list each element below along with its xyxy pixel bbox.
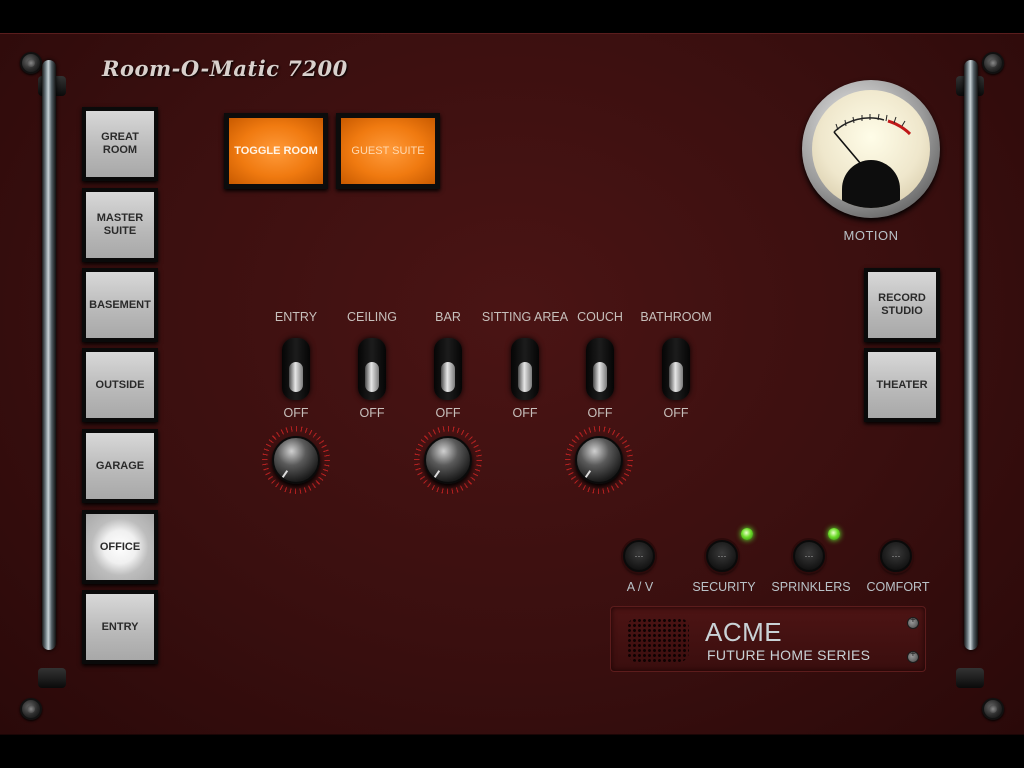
dimmer-knob-couch[interactable] [575, 436, 623, 484]
system-button-sprinklers[interactable]: ··· [793, 540, 825, 572]
switch-label-bathroom: BATHROOM [640, 310, 712, 324]
toggle-switch-entry[interactable] [282, 338, 310, 400]
motion-gauge [802, 80, 940, 218]
room-button-label: BASEMENT [86, 272, 154, 338]
speaker-grille-icon [627, 618, 689, 662]
system-button-av[interactable]: ··· [623, 540, 655, 572]
system-button-security[interactable]: ··· [706, 540, 738, 572]
room-button-label: GREAT ROOM [86, 111, 154, 177]
toggle-room-button[interactable]: TOGGLE ROOM [224, 113, 328, 189]
right-handle-rail [956, 48, 986, 688]
room-button-master-suite[interactable]: MASTER SUITE [82, 188, 158, 262]
toggle-switch-ceiling[interactable] [358, 338, 386, 400]
brand-plate: ACME FUTURE HOME SERIES [610, 606, 926, 672]
room-button-label: THEATER [868, 352, 936, 418]
screw-icon [907, 649, 919, 663]
screw-icon [907, 615, 919, 629]
screw-icon [982, 698, 1004, 720]
room-button-great-room[interactable]: GREAT ROOM [82, 107, 158, 181]
app-title: Room-O-Matic 7200 [102, 56, 348, 81]
switch-state-sitting-area: OFF [512, 406, 538, 420]
room-button-label: OFFICE [86, 514, 154, 580]
dimmer-knob-bar[interactable] [424, 436, 472, 484]
switch-state-ceiling: OFF [359, 406, 385, 420]
room-button-garage[interactable]: GARAGE [82, 429, 158, 503]
room-button-label: OUTSIDE [86, 352, 154, 418]
room-button-label: RECORD STUDIO [868, 272, 936, 338]
left-handle-rail [36, 48, 66, 688]
room-button-label: ENTRY [86, 594, 154, 660]
gauge-dial [812, 90, 930, 208]
switch-state-bar: OFF [435, 406, 461, 420]
brand-series: FUTURE HOME SERIES [707, 647, 871, 663]
room-button-basement[interactable]: BASEMENT [82, 268, 158, 342]
motion-label: MOTION [843, 228, 899, 243]
toggle-room-label: TOGGLE ROOM [229, 118, 323, 184]
switch-state-entry: OFF [283, 406, 309, 420]
toggle-switch-couch[interactable] [586, 338, 614, 400]
guest-suite-button[interactable]: GUEST SUITE [336, 113, 440, 189]
room-button-label: MASTER SUITE [86, 192, 154, 258]
room-button-office[interactable]: OFFICE [82, 510, 158, 584]
room-button-record-studio[interactable]: RECORD STUDIO [864, 268, 940, 342]
switch-state-couch: OFF [587, 406, 613, 420]
toggle-switch-sitting-area[interactable] [511, 338, 539, 400]
room-button-outside[interactable]: OUTSIDE [82, 348, 158, 422]
toggle-switch-bathroom[interactable] [662, 338, 690, 400]
room-button-theater[interactable]: THEATER [864, 348, 940, 422]
system-label-sprinklers: SPRINKLERS [771, 580, 851, 594]
system-label-security: SECURITY [692, 580, 756, 594]
brand-name: ACME [705, 617, 783, 647]
system-label-comfort: COMFORT [866, 580, 930, 594]
switch-state-bathroom: OFF [663, 406, 689, 420]
guest-suite-label: GUEST SUITE [341, 118, 435, 184]
sprinklers-led-icon [828, 528, 840, 540]
system-button-comfort[interactable]: ··· [880, 540, 912, 572]
security-led-icon [741, 528, 753, 540]
dimmer-knob-entry[interactable] [272, 436, 320, 484]
screw-icon [20, 698, 42, 720]
room-button-entry[interactable]: ENTRY [82, 590, 158, 664]
room-button-label: GARAGE [86, 433, 154, 499]
toggle-switch-bar[interactable] [434, 338, 462, 400]
